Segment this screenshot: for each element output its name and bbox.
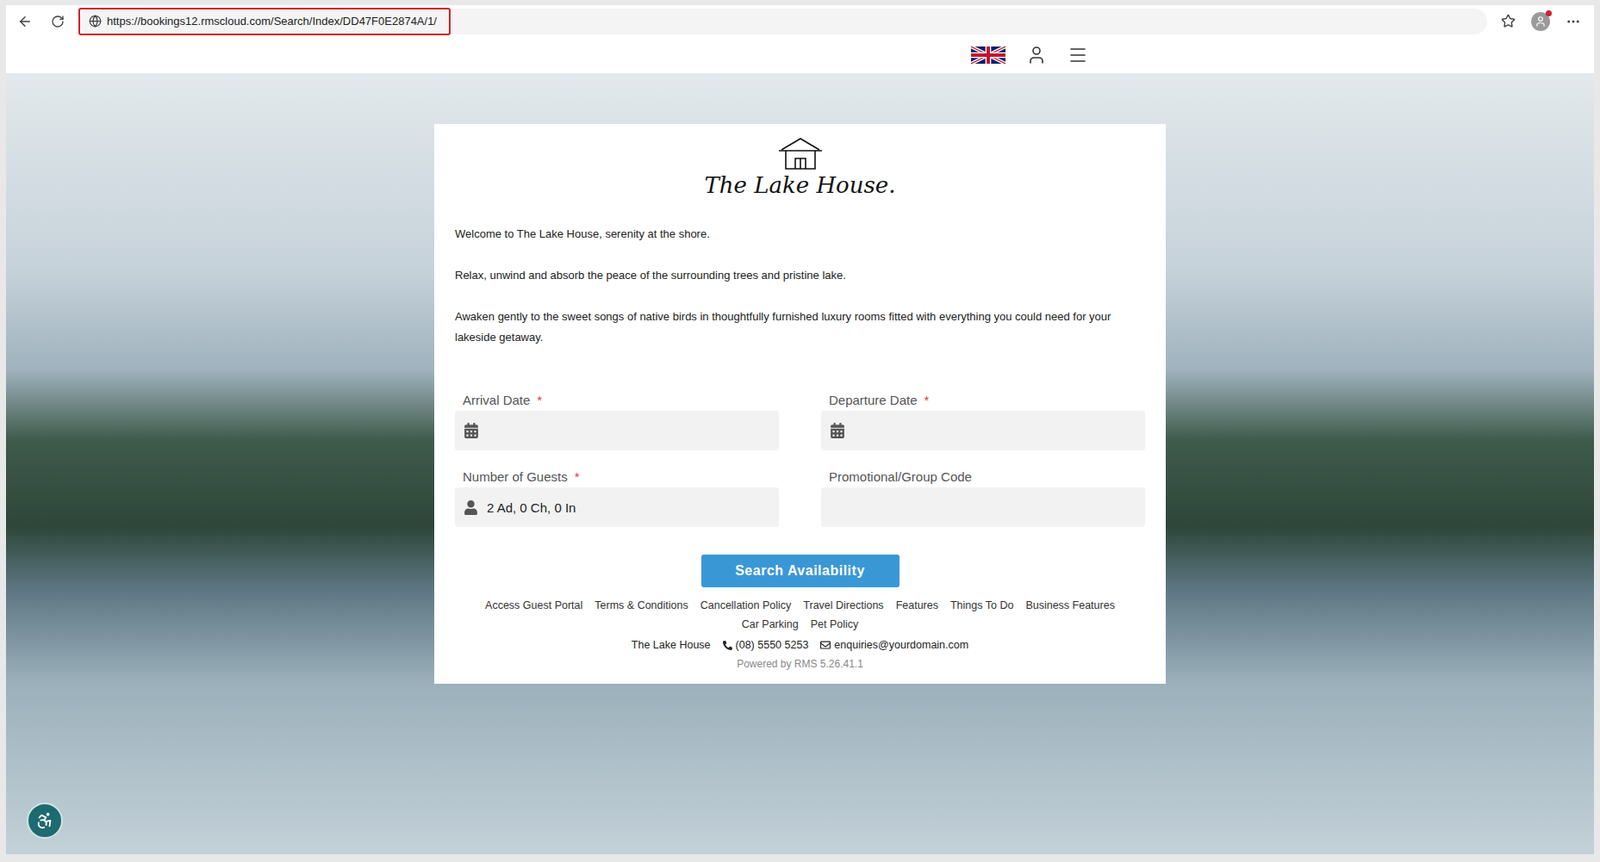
footer-links: Access Guest Portal Terms & Conditions Can… bbox=[468, 599, 1133, 631]
more-button[interactable] bbox=[1561, 9, 1586, 34]
footer-link[interactable]: Pet Policy bbox=[810, 618, 860, 631]
site-header bbox=[6, 37, 1594, 74]
globe-icon bbox=[88, 14, 102, 28]
accessibility-icon bbox=[35, 811, 55, 831]
accessibility-button[interactable] bbox=[26, 803, 63, 840]
user-icon bbox=[1026, 44, 1047, 66]
footer-link[interactable]: Access Guest Portal bbox=[485, 599, 583, 612]
intro-paragraph: Welcome to The Lake House, serenity at t… bbox=[454, 224, 1146, 245]
background-photo: The Lake House. Welcome to The Lake House… bbox=[6, 73, 1594, 855]
required-mark: * bbox=[924, 392, 930, 408]
menu-button[interactable] bbox=[1067, 44, 1089, 66]
property-name: The Lake House bbox=[631, 639, 711, 652]
uk-flag-icon[interactable] bbox=[971, 45, 1006, 65]
person-icon bbox=[1534, 15, 1547, 28]
intro-paragraph: Relax, unwind and absorb the peace of th… bbox=[454, 265, 1146, 287]
field-label: Promotional/Group Code bbox=[821, 469, 1146, 485]
search-form: Arrival Date* Departure Date* Number of Gu… bbox=[454, 392, 1146, 528]
email[interactable]: enquiries@yourdomain.com bbox=[820, 639, 969, 652]
form-field: Number of Guests* 2 Ad, 0 Ch, 0 In bbox=[454, 469, 779, 528]
star-icon bbox=[1500, 13, 1516, 29]
screen: https://bookings12.rmscloud.com/Search/I… bbox=[0, 0, 1600, 862]
required-mark: * bbox=[536, 392, 542, 408]
back-button[interactable] bbox=[12, 9, 38, 34]
contact-row: The Lake House (08) 5550 5253 enquiries@yo… bbox=[454, 639, 1146, 652]
calendar-icon bbox=[829, 423, 846, 439]
field-label: Number of Guests* bbox=[454, 469, 779, 485]
language-button[interactable] bbox=[971, 45, 1006, 65]
phone[interactable]: (08) 5550 5253 bbox=[722, 639, 810, 652]
more-icon bbox=[1565, 13, 1582, 30]
browser-toolbar: https://bookings12.rmscloud.com/Search/I… bbox=[6, 5, 1594, 38]
footer-link[interactable]: Things To Do bbox=[950, 599, 1014, 612]
favorites-button[interactable] bbox=[1495, 9, 1520, 34]
footer-link[interactable]: Car Parking bbox=[741, 618, 799, 631]
profile-avatar bbox=[1531, 12, 1551, 32]
calendar-icon bbox=[463, 423, 480, 439]
footer-link[interactable]: Cancellation Policy bbox=[700, 599, 792, 612]
phone-icon bbox=[722, 641, 733, 651]
reload-icon bbox=[50, 14, 65, 29]
logo: The Lake House. bbox=[454, 136, 1146, 199]
profile-button[interactable] bbox=[1528, 9, 1553, 34]
hamburger-icon bbox=[1067, 44, 1089, 66]
footer-link[interactable]: Business Features bbox=[1025, 599, 1115, 612]
field-input[interactable] bbox=[454, 410, 779, 451]
form-field: Departure Date* bbox=[821, 392, 1146, 451]
arrow-left-icon bbox=[17, 13, 33, 30]
form-field: Promotional/Group Code bbox=[821, 469, 1146, 528]
notification-dot bbox=[1545, 10, 1552, 17]
footer-link[interactable]: Features bbox=[896, 599, 939, 612]
logo-text: The Lake House. bbox=[704, 172, 897, 199]
envelope-icon bbox=[820, 640, 831, 651]
reload-button[interactable] bbox=[45, 9, 70, 34]
user-icon bbox=[463, 500, 479, 516]
url-text[interactable]: https://bookings12.rmscloud.com/Search/I… bbox=[106, 14, 437, 28]
field-value: 2 Ad, 0 Ch, 0 In bbox=[486, 500, 576, 516]
required-mark: * bbox=[574, 469, 580, 485]
footer-link[interactable]: Terms & Conditions bbox=[594, 599, 688, 612]
account-button[interactable] bbox=[1026, 44, 1047, 66]
form-field: Arrival Date* bbox=[454, 392, 779, 451]
search-button[interactable]: Search Availability bbox=[701, 554, 900, 588]
footer-link[interactable]: Travel Directions bbox=[803, 599, 884, 612]
house-logo-icon bbox=[776, 136, 825, 175]
url-highlight: https://bookings12.rmscloud.com/Search/I… bbox=[78, 7, 451, 36]
field-input[interactable] bbox=[821, 410, 1146, 451]
booking-card: The Lake House. Welcome to The Lake House… bbox=[434, 124, 1166, 685]
field-label: Departure Date* bbox=[821, 392, 1146, 408]
address-bar[interactable]: https://bookings12.rmscloud.com/Search/I… bbox=[78, 8, 1488, 35]
field-input[interactable] bbox=[821, 487, 1146, 528]
field-input[interactable]: 2 Ad, 0 Ch, 0 In bbox=[454, 487, 779, 528]
powered-by: Powered by RMS 5.26.41.1 bbox=[454, 658, 1146, 671]
field-label: Arrival Date* bbox=[454, 392, 779, 408]
intro-paragraph: Awaken gently to the sweet songs of nati… bbox=[454, 306, 1146, 349]
